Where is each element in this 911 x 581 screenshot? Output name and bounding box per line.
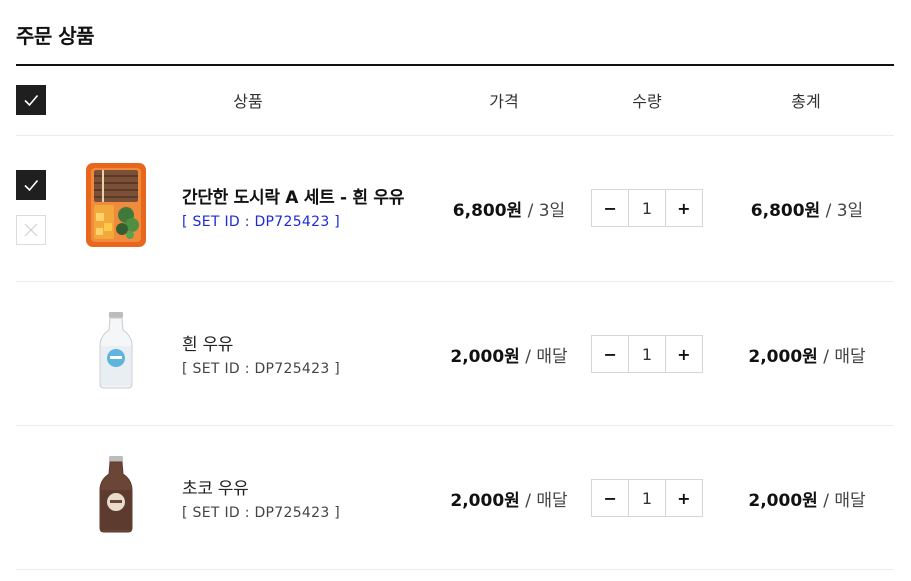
item-checkbox[interactable]: [16, 170, 46, 200]
item-price: 2,000원 / 매달: [434, 486, 584, 511]
total-amount: 6,800원: [750, 201, 821, 221]
item-name[interactable]: 초코 우유: [182, 474, 340, 499]
total-unit: / 매달: [817, 491, 866, 511]
item-info: 초코 우유 [ SET ID : DP725423 ]: [182, 474, 340, 521]
column-header-product: 상품: [233, 92, 263, 111]
item-info: 간단한 도시락 A 세트 - 흰 우유 [ SET ID : DP725423 …: [182, 183, 404, 230]
item-price: 6,800원 / 3일: [434, 196, 584, 221]
column-header-price: 가격: [489, 92, 519, 111]
check-icon: [24, 94, 39, 107]
increase-quantity-button[interactable]: +: [666, 480, 702, 516]
item-total: 2,000원 / 매달: [732, 342, 882, 367]
quantity-stepper: − 1 +: [591, 189, 703, 227]
table-header: 상품 가격 수량 총계: [16, 66, 894, 136]
item-set-id[interactable]: [ SET ID : DP725423 ]: [182, 214, 404, 230]
price-unit: / 매달: [519, 347, 568, 367]
close-icon: [24, 223, 38, 237]
price-amount: 2,000원: [450, 491, 520, 511]
chocolate-milk-image[interactable]: [96, 454, 136, 534]
item-total: 6,800원 / 3일: [732, 196, 882, 221]
increase-quantity-button[interactable]: +: [666, 336, 702, 372]
price-amount: 2,000원: [450, 347, 520, 367]
price-unit: / 3일: [522, 201, 566, 221]
item-total: 2,000원 / 매달: [732, 486, 882, 511]
table-row: 초코 우유 [ SET ID : DP725423 ] 2,000원 / 매달 …: [16, 426, 894, 570]
item-set-id[interactable]: [ SET ID : DP725423 ]: [182, 361, 340, 377]
item-price: 2,000원 / 매달: [434, 342, 584, 367]
decrease-quantity-button[interactable]: −: [592, 190, 628, 226]
lunchbox-image[interactable]: [84, 161, 148, 249]
increase-quantity-button[interactable]: +: [666, 190, 702, 226]
decrease-quantity-button[interactable]: −: [592, 480, 628, 516]
item-name[interactable]: 흰 우유: [182, 330, 340, 355]
total-unit: / 3일: [820, 201, 864, 221]
quantity-value[interactable]: 1: [628, 336, 666, 372]
total-amount: 2,000원: [748, 347, 818, 367]
item-name[interactable]: 간단한 도시락 A 세트 - 흰 우유: [182, 183, 404, 208]
total-unit: / 매달: [817, 347, 866, 367]
white-milk-image[interactable]: [96, 310, 136, 390]
item-set-id[interactable]: [ SET ID : DP725423 ]: [182, 505, 340, 521]
select-all-checkbox[interactable]: [16, 85, 46, 115]
table-row: 흰 우유 [ SET ID : DP725423 ] 2,000원 / 매달 −…: [16, 282, 894, 426]
white-milk-bottle-icon: [99, 312, 133, 389]
column-header-total: 총계: [791, 92, 821, 111]
quantity-stepper: − 1 +: [591, 335, 703, 373]
quantity-value[interactable]: 1: [628, 480, 666, 516]
quantity-stepper: − 1 +: [591, 479, 703, 517]
lunchbox-icon: [86, 163, 146, 247]
page-title: 주문 상품: [16, 24, 95, 48]
item-info: 흰 우유 [ SET ID : DP725423 ]: [182, 330, 340, 377]
quantity-value[interactable]: 1: [628, 190, 666, 226]
column-header-quantity: 수량: [632, 92, 662, 111]
price-amount: 6,800원: [452, 201, 523, 221]
table-row: 간단한 도시락 A 세트 - 흰 우유 [ SET ID : DP725423 …: [16, 137, 894, 282]
check-icon: [24, 179, 39, 192]
price-unit: / 매달: [519, 491, 568, 511]
chocolate-milk-bottle-icon: [99, 456, 133, 533]
delete-item-button[interactable]: [16, 215, 46, 245]
decrease-quantity-button[interactable]: −: [592, 336, 628, 372]
total-amount: 2,000원: [748, 491, 818, 511]
